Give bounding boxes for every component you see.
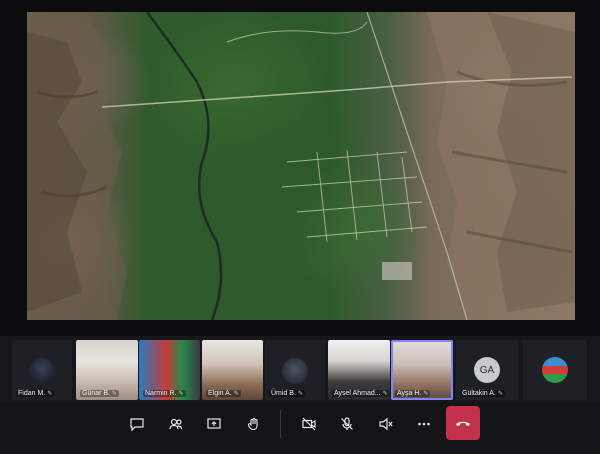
toolbar-divider xyxy=(280,410,281,438)
participant-tile[interactable]: GA Gültakin A. ✎ xyxy=(456,340,518,400)
share-screen-icon xyxy=(207,418,221,429)
participant-name: Ayşa H. xyxy=(397,390,422,397)
shared-screen-area xyxy=(0,0,600,336)
hang-up-icon xyxy=(456,421,470,426)
flag-avatar xyxy=(542,357,568,383)
chat-icon xyxy=(130,418,144,432)
participant-name: Fidan M. xyxy=(18,390,46,397)
avatar-initials: GA xyxy=(474,357,500,383)
mic-muted-icon: ✎ xyxy=(297,391,303,397)
speaker-off-icon xyxy=(379,417,393,431)
map-features xyxy=(27,12,575,320)
hang-up-button[interactable] xyxy=(446,406,480,440)
participant-name: Ümid B. xyxy=(271,390,296,397)
participant-tile[interactable]: Fidan M. ✎ xyxy=(12,340,72,400)
avatar xyxy=(282,358,308,384)
mic-muted-icon: ✎ xyxy=(47,391,53,397)
participant-name: Aysel Ahmad... xyxy=(334,390,381,397)
participant-video-tile-speaking[interactable]: Ayşa H. ✎ xyxy=(391,340,453,400)
more-icon xyxy=(418,422,430,426)
participant-name: Gültakin A. xyxy=(462,390,496,397)
shared-map-image xyxy=(27,12,575,320)
mic-off-icon xyxy=(341,417,353,430)
participant-name: Günar B. xyxy=(82,390,111,397)
avatar xyxy=(29,358,55,384)
mic-muted-icon: ✎ xyxy=(233,391,239,397)
participant-video-tile[interactable]: Günar B. ✎ xyxy=(76,340,138,400)
camera-off-icon xyxy=(302,417,316,431)
raise-hand-button[interactable] xyxy=(241,412,267,436)
mic-muted-icon: ✎ xyxy=(382,391,388,397)
mic-muted-icon: ✎ xyxy=(423,391,429,397)
chat-button[interactable] xyxy=(124,412,150,436)
mic-toggle-button[interactable] xyxy=(334,412,360,436)
mic-muted-icon: ✎ xyxy=(497,391,503,397)
participant-name: Elgin A. xyxy=(208,390,232,397)
mic-muted-icon: ✎ xyxy=(178,391,184,397)
people-icon xyxy=(169,418,183,430)
participant-name: Narmin R. xyxy=(145,390,177,397)
raise-hand-icon xyxy=(247,417,258,431)
share-screen-button[interactable] xyxy=(201,412,227,436)
participant-tile[interactable] xyxy=(523,340,587,400)
camera-toggle-button[interactable] xyxy=(296,412,322,436)
mic-muted-icon: ✎ xyxy=(112,391,118,397)
participant-video-tile[interactable]: Aysel Ahmad... ✎ xyxy=(328,340,390,400)
participant-video-tile[interactable]: Narmin R. ✎ xyxy=(139,340,200,400)
participant-tile[interactable]: Ümid B. ✎ xyxy=(265,340,325,400)
speaker-toggle-button[interactable] xyxy=(373,412,399,436)
participant-video-tile[interactable]: Elgin A. ✎ xyxy=(202,340,263,400)
participants-button[interactable] xyxy=(163,412,189,436)
more-options-button[interactable] xyxy=(411,412,437,436)
